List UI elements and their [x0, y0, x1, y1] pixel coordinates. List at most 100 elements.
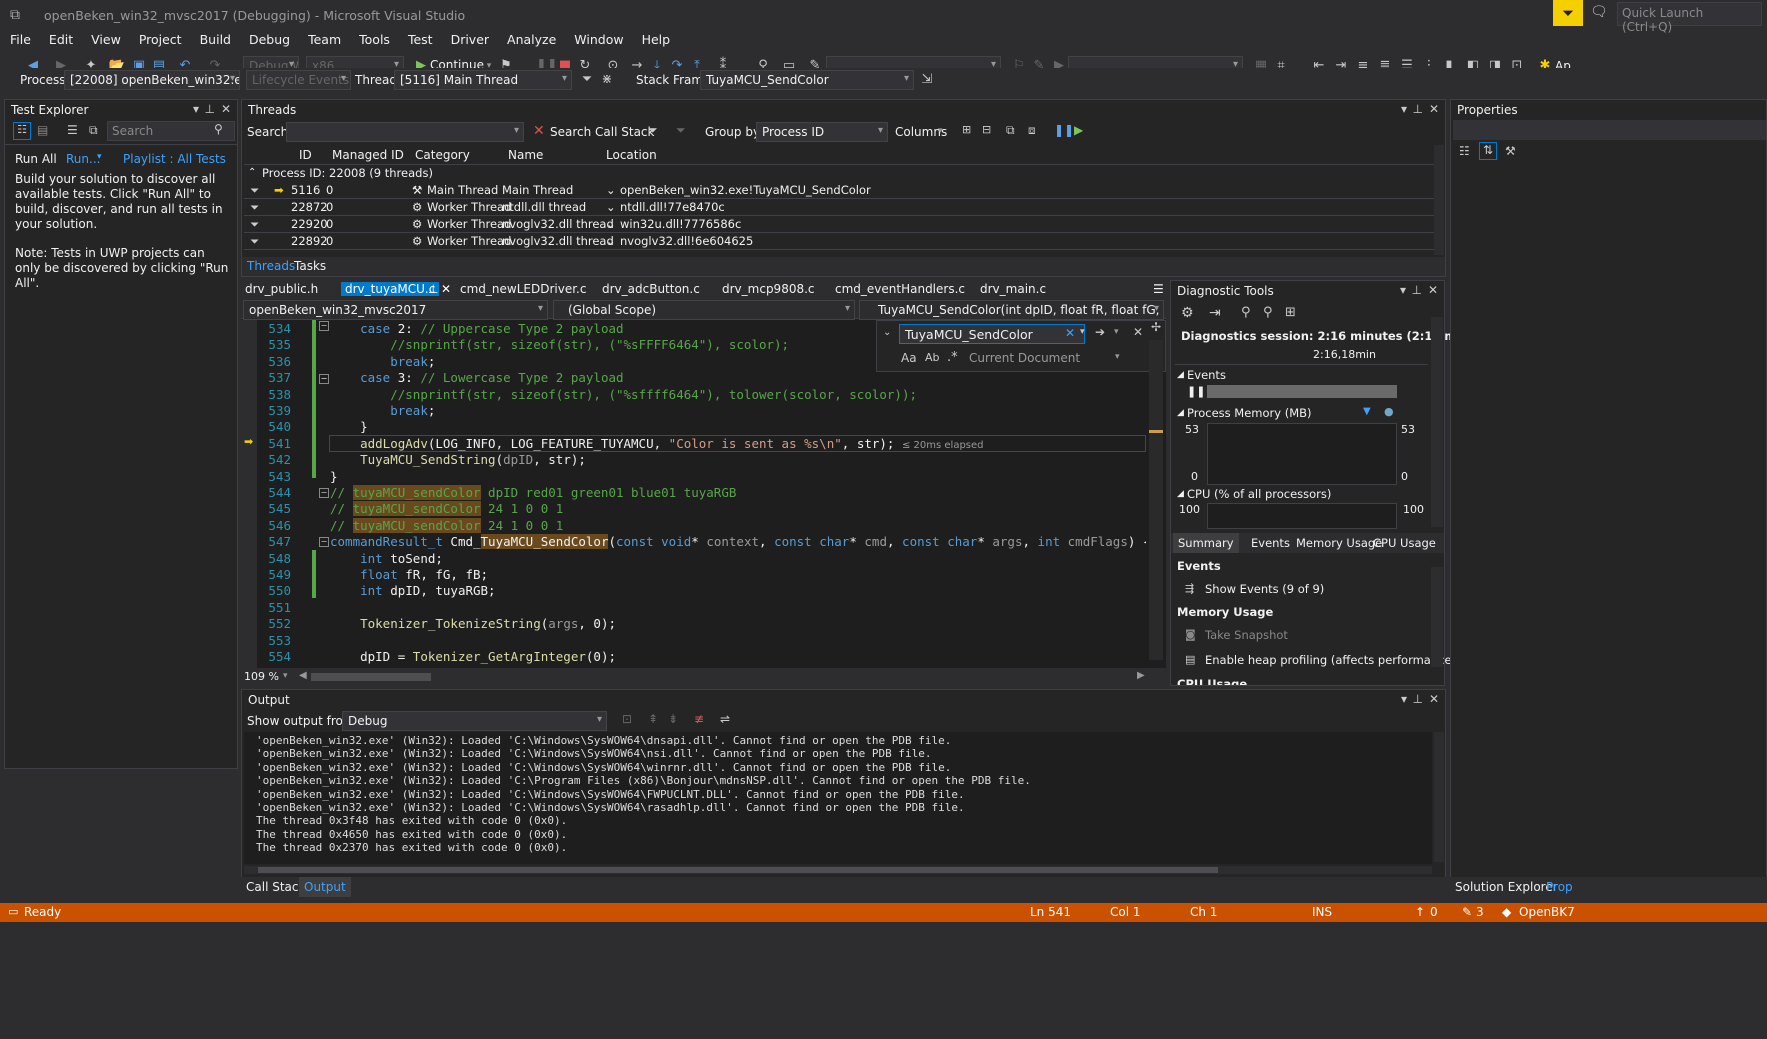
tab-drv-tuyamcu-c[interactable]: drv_tuyaMCU.c: [341, 282, 440, 296]
prev-message-icon[interactable]: ⇞: [648, 712, 658, 726]
find-next-icon[interactable]: ➔: [1095, 325, 1105, 339]
thread-filter-clear-icon[interactable]: ⋇: [598, 72, 616, 88]
collapse-all-icon[interactable]: ⊟: [982, 123, 991, 136]
col-name[interactable]: Name: [508, 148, 543, 162]
take-snapshot-button[interactable]: Take Snapshot: [1205, 628, 1288, 642]
find-scope-dropdown-icon[interactable]: ▾: [1115, 352, 1120, 362]
search-call-stack-icon[interactable]: ✕: [533, 123, 545, 139]
search-icon[interactable]: ⚲: [214, 122, 223, 136]
heap-profiling-toggle[interactable]: Enable heap profiling (affects performan…: [1205, 653, 1456, 667]
zoom-dropdown-icon[interactable]: ▾: [283, 671, 288, 681]
resume-thread-icon[interactable]: ▶: [1074, 123, 1083, 137]
property-pages-icon[interactable]: ⚒: [1505, 144, 1516, 158]
output-source-select[interactable]: Debug: [342, 711, 607, 731]
editor-vertical-scrollbar[interactable]: [1149, 340, 1163, 660]
menu-team[interactable]: Team: [298, 30, 349, 47]
memory-graph[interactable]: [1207, 423, 1397, 485]
next-message-icon[interactable]: ⇟: [668, 712, 678, 726]
regex-icon[interactable]: .*: [947, 350, 958, 365]
filter-clear-icon[interactable]: ⏷: [676, 123, 686, 138]
menu-window[interactable]: Window: [564, 30, 631, 47]
tab-drv-mcp9808-c[interactable]: drv_mcp9808.c: [722, 282, 815, 296]
properties-object-select[interactable]: [1453, 120, 1766, 140]
freeze-icon[interactable]: ⧉: [1006, 123, 1015, 138]
run-dropdown-icon[interactable]: ▾: [97, 152, 102, 162]
playlist-link[interactable]: Playlist : All Tests: [123, 152, 226, 166]
timeline-ruler[interactable]: 2:16,18min: [1175, 345, 1428, 365]
columns-icon[interactable]: ▤: [37, 123, 48, 137]
find-input[interactable]: TuyaMCU_SendColor: [899, 324, 1085, 344]
tab-cpu-usage[interactable]: CPU Usage: [1373, 536, 1436, 550]
thaw-icon[interactable]: ⧈: [1028, 123, 1036, 138]
thread-filter-icon[interactable]: ⏷: [578, 72, 596, 88]
tab-drv-adcbutton-c[interactable]: drv_adcButton.c: [602, 282, 700, 296]
scope-select[interactable]: (Global Scope): [553, 300, 855, 320]
col-managed-id[interactable]: Managed ID: [332, 148, 404, 162]
find-message-icon[interactable]: ⊡: [622, 712, 632, 726]
group-by-select[interactable]: Process ID: [756, 122, 888, 142]
match-case-icon[interactable]: Aa: [901, 351, 917, 365]
pencil-icon[interactable]: ✎: [1462, 905, 1472, 919]
tab-cmd-eventhandlers-c[interactable]: cmd_eventHandlers.c: [835, 282, 965, 296]
select-tools-icon[interactable]: ⇥: [1209, 305, 1221, 321]
flag-icon[interactable]: ⏷: [250, 183, 259, 198]
flag-icon[interactable]: ⏷: [250, 200, 259, 215]
tab-memory-usage[interactable]: Memory Usage: [1296, 536, 1382, 550]
tab-drv-main-c[interactable]: drv_main.c: [980, 282, 1046, 296]
scroll-right-icon[interactable]: ▶: [1137, 670, 1145, 681]
tab-call-stack[interactable]: Call Stack: [246, 880, 305, 894]
code-area[interactable]: 534 case 2: // Uppercase Type 2 payload …: [241, 320, 1146, 668]
filter-icon[interactable]: ⏷: [648, 123, 658, 138]
categorized-icon[interactable]: ☷: [1459, 144, 1470, 158]
menu-tools[interactable]: Tools: [349, 30, 398, 47]
notification-filter-icon[interactable]: ⏷: [1553, 0, 1583, 26]
close-find-icon[interactable]: ✕: [1133, 325, 1143, 339]
menu-project[interactable]: Project: [129, 30, 190, 47]
tab-close-icon[interactable]: ✕: [441, 282, 451, 296]
menu-help[interactable]: Help: [632, 30, 679, 47]
close-icon[interactable]: ✕: [1429, 692, 1439, 706]
col-category[interactable]: Category: [415, 148, 470, 162]
settings-icon[interactable]: ⧉: [89, 123, 98, 138]
expand-all-icon[interactable]: ⊞: [962, 123, 971, 136]
menu-analyze[interactable]: Analyze: [497, 30, 564, 47]
tab-solution-explorer[interactable]: Solution Explorer: [1455, 880, 1558, 894]
menu-file[interactable]: File: [0, 30, 39, 47]
pin-icon[interactable]: ⊥: [1413, 692, 1423, 706]
panel-menu-icon[interactable]: ▾: [1401, 692, 1407, 706]
alphabetical-icon[interactable]: ⇅: [1479, 142, 1497, 160]
pause-thread-icon[interactable]: ❚❚: [1054, 123, 1074, 137]
status-unpushed[interactable]: 0: [1430, 905, 1438, 919]
events-timeline-bar[interactable]: [1207, 385, 1397, 398]
branch-icon[interactable]: ◆: [1502, 905, 1511, 919]
output-scroll-thumb[interactable]: [258, 867, 1218, 873]
find-history-icon[interactable]: ▾: [1080, 327, 1085, 337]
clear-find-icon[interactable]: ✕: [1065, 326, 1075, 340]
status-branch[interactable]: OpenBK7: [1519, 905, 1575, 919]
collapse-memory-icon[interactable]: ◢: [1177, 408, 1184, 418]
collapse-cpu-icon[interactable]: ◢: [1177, 489, 1184, 499]
tab-pin-icon[interactable]: ⊥: [428, 282, 438, 296]
function-select[interactable]: TuyaMCU_SendColor(int dpID, float fR, fl…: [859, 300, 1164, 320]
stack-frame-pin-icon[interactable]: ⇲: [918, 72, 936, 88]
pin-icon[interactable]: ⊥: [1413, 102, 1423, 116]
find-scope[interactable]: Current Document: [969, 351, 1080, 365]
quick-launch-input[interactable]: Quick Launch (Ctrl+Q): [1617, 2, 1762, 34]
zoom-level[interactable]: 109 %: [244, 670, 279, 683]
threads-scrollbar[interactable]: [1434, 145, 1444, 255]
columns-dropdown-icon[interactable]: ▾: [938, 126, 943, 136]
menu-build[interactable]: Build: [190, 30, 239, 47]
panel-menu-icon[interactable]: ▾: [193, 102, 199, 116]
pin-icon[interactable]: ⊥: [1412, 283, 1422, 297]
menu-debug[interactable]: Debug: [239, 30, 298, 47]
find-options-icon[interactable]: ▾: [1114, 327, 1119, 337]
tab-output[interactable]: Output: [299, 877, 351, 897]
scroll-left-icon[interactable]: ◀: [299, 670, 307, 681]
table-row[interactable]: ⏷ 22920 0 ⚙ Worker Thread nvoglv32.dll t…: [244, 216, 1434, 233]
lifecycle-events-select[interactable]: Lifecycle Events: [246, 70, 351, 90]
status-changes[interactable]: 3: [1476, 905, 1484, 919]
col-location[interactable]: Location: [606, 148, 657, 162]
output-horizontal-scrollbar[interactable]: [244, 866, 1432, 874]
thread-select[interactable]: [5116] Main Thread: [394, 70, 572, 90]
playlist-icon[interactable]: ☰: [67, 123, 78, 137]
